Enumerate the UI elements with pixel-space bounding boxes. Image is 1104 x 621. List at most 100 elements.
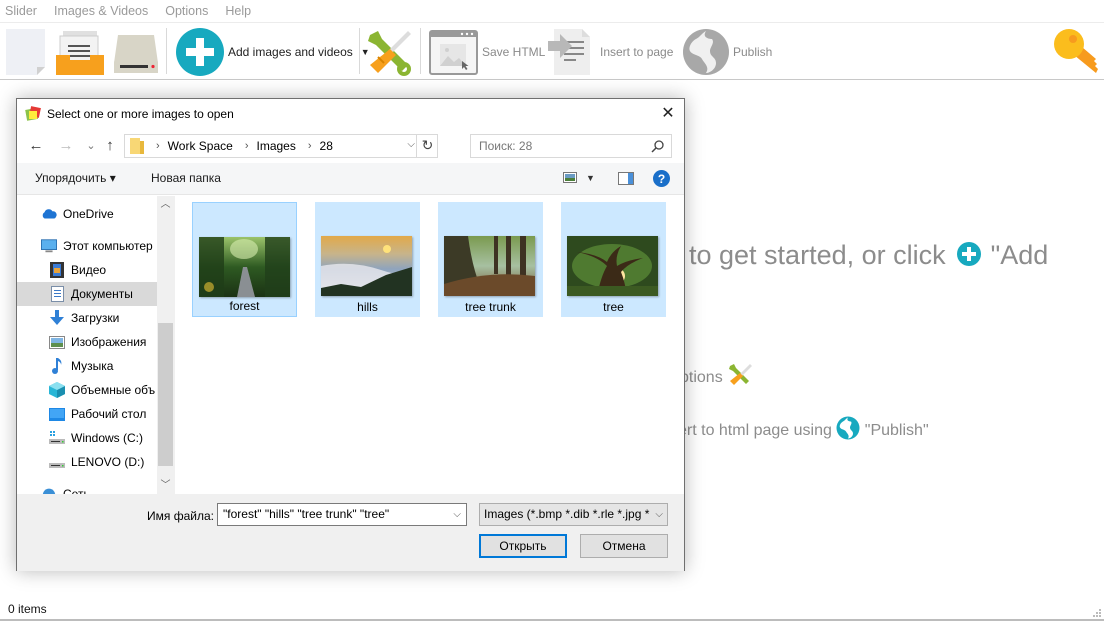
nav-item-label: Объемные объ (71, 383, 156, 397)
nav-item-downloads[interactable]: Загрузки (17, 306, 157, 330)
nav-item-label: Рабочий стол (71, 407, 147, 421)
nav-item-music[interactable]: Музыка (17, 354, 157, 378)
navigation-row: ← → ⌄ ↑ › Work Space › Images › 28 ⌵ ↻ П… (17, 133, 684, 159)
toolbar-separator (166, 28, 167, 74)
change-view-button[interactable]: ▼ (563, 172, 595, 183)
welcome-line-3-after: "Publish" (864, 422, 929, 440)
add-images-button[interactable]: Add images and videos ▼ (176, 23, 370, 80)
forward-button[interactable]: → (57, 135, 75, 157)
search-input[interactable]: Поиск: 28 (470, 134, 672, 158)
nav-item-this-pc[interactable]: Этот компьютер (17, 234, 157, 258)
filename-input[interactable]: "forest" "hills" "tree trunk" "tree" ⌵ (217, 503, 467, 526)
file-tile-tree[interactable]: tree (561, 202, 666, 317)
documents-icon (49, 286, 65, 302)
globe-icon[interactable] (836, 416, 860, 440)
open-project-button[interactable] (55, 23, 107, 80)
nav-item-video[interactable]: Видео (17, 258, 157, 282)
scroll-up-icon[interactable]: ︿ (157, 196, 174, 213)
plus-circle-icon[interactable] (957, 241, 982, 266)
help-icon[interactable]: ? (653, 170, 670, 187)
welcome-line-1: to get started, or click "Add (689, 240, 1048, 272)
nav-item-label: Загрузки (71, 311, 120, 325)
nav-item-documents[interactable]: Документы (17, 282, 157, 306)
file-type-dropdown-icon: ⌵ (653, 504, 663, 525)
breadcrumb-28[interactable]: 28 (320, 139, 333, 153)
organize-button[interactable]: Упорядочить ▾ (35, 171, 116, 185)
options-button[interactable] (364, 23, 414, 80)
welcome-line-2-text: ptions (680, 369, 723, 387)
back-button[interactable]: ← (27, 135, 45, 157)
search-icon[interactable] (651, 139, 665, 153)
address-bar[interactable]: › Work Space › Images › 28 ⌵ ↻ (124, 134, 438, 158)
filename-dropdown-icon[interactable]: ⌵ (453, 504, 461, 525)
cancel-button[interactable]: Отмена (580, 534, 668, 558)
navigation-pane-scrollbar[interactable]: ︿ ﹀ (157, 196, 174, 494)
breadcrumb-work-space[interactable]: Work Space (168, 139, 233, 153)
preview-pane-icon[interactable] (618, 172, 634, 185)
windows-drive-icon (49, 430, 65, 446)
nav-item-label: Документы (71, 287, 133, 301)
address-dropdown-icon[interactable]: ⌵ (407, 139, 415, 150)
tree-thumbnail (567, 236, 658, 296)
menu-options[interactable]: Options (165, 4, 208, 18)
refresh-icon[interactable]: ↻ (416, 134, 438, 158)
video-icon (49, 262, 65, 278)
welcome-line-3-text: ert to html page using (678, 422, 832, 440)
nav-item-windows-c[interactable]: Windows (C:) (17, 426, 157, 450)
music-icon (49, 358, 65, 374)
publish-button[interactable]: Publish (682, 23, 772, 80)
wrench-screwdriver-icon[interactable] (727, 362, 753, 388)
resize-grip-icon[interactable] (1092, 608, 1102, 618)
up-folder-button[interactable]: ↑ (101, 135, 119, 157)
save-project-button[interactable] (112, 23, 160, 80)
new-project-button[interactable] (5, 23, 47, 80)
menu-help[interactable]: Help (225, 4, 251, 18)
disk-drive-icon (114, 34, 158, 73)
file-tile-hills[interactable]: hills (315, 202, 420, 317)
blank-page-icon (6, 28, 45, 75)
navigation-pane: OneDrive Этот компьютер Видео Документы (17, 196, 173, 494)
nav-item-label: Этот компьютер (63, 239, 153, 253)
breadcrumb-images[interactable]: Images (256, 139, 295, 153)
toolbar-separator (359, 28, 360, 74)
save-html-label: Save HTML (482, 44, 546, 59)
app-window: Slider Images & Videos Options Help Add … (0, 0, 1104, 621)
toolbar-separator (420, 28, 421, 74)
save-html-button[interactable]: Save HTML (429, 23, 545, 80)
new-folder-button[interactable]: Новая папка (151, 171, 221, 185)
open-button[interactable]: Открыть (479, 534, 567, 558)
nav-item-pictures[interactable]: Изображения (17, 330, 157, 354)
nav-item-lenovo-d[interactable]: LENOVO (D:) (17, 450, 157, 474)
dialog-close-button[interactable]: ✕ (658, 104, 678, 124)
license-key-button[interactable] (1052, 23, 1102, 80)
search-placeholder: Поиск: 28 (479, 139, 533, 153)
file-name: hills (357, 300, 378, 314)
tree-trunk-thumbnail (444, 236, 535, 296)
menu-bar: Slider Images & Videos Options Help (0, 0, 1104, 22)
nav-item-onedrive[interactable]: OneDrive (17, 202, 157, 226)
recent-locations-button[interactable]: ⌄ (82, 135, 100, 157)
browser-image-icon (429, 29, 478, 75)
welcome-line-1-text: to get started, or click (689, 240, 946, 270)
insert-to-page-button[interactable]: Insert to page (548, 23, 673, 80)
file-tile-forest[interactable]: forest (192, 202, 297, 317)
dialog-footer: Имя файла: "forest" "hills" "tree trunk"… (17, 494, 684, 571)
nav-item-network[interactable]: Сеть (17, 482, 157, 494)
wrench-screwdriver-icon (368, 30, 411, 76)
scroll-down-icon[interactable]: ﹀ (157, 477, 174, 494)
breadcrumb-chevron-icon: › (244, 140, 249, 152)
nav-item-label: Изображения (71, 335, 147, 349)
nav-item-label: LENOVO (D:) (71, 455, 145, 469)
nav-item-desktop[interactable]: Рабочий стол (17, 402, 157, 426)
forest-thumbnail (199, 237, 290, 297)
scrollbar-thumb[interactable] (158, 323, 173, 466)
breadcrumb-chevron-icon: › (307, 140, 312, 152)
file-type-select[interactable]: Images (*.bmp *.dib *.rle *.jpg * ⌵ (479, 503, 668, 526)
hills-thumbnail (321, 236, 412, 296)
menu-images-videos[interactable]: Images & Videos (54, 4, 148, 18)
file-tile-tree-trunk[interactable]: tree trunk (438, 202, 543, 317)
welcome-line-1-after: "Add (990, 240, 1049, 270)
menu-slider[interactable]: Slider (5, 4, 37, 18)
nav-item-label: Windows (C:) (71, 431, 144, 445)
nav-item-3d-objects[interactable]: Объемные объ (17, 378, 157, 402)
